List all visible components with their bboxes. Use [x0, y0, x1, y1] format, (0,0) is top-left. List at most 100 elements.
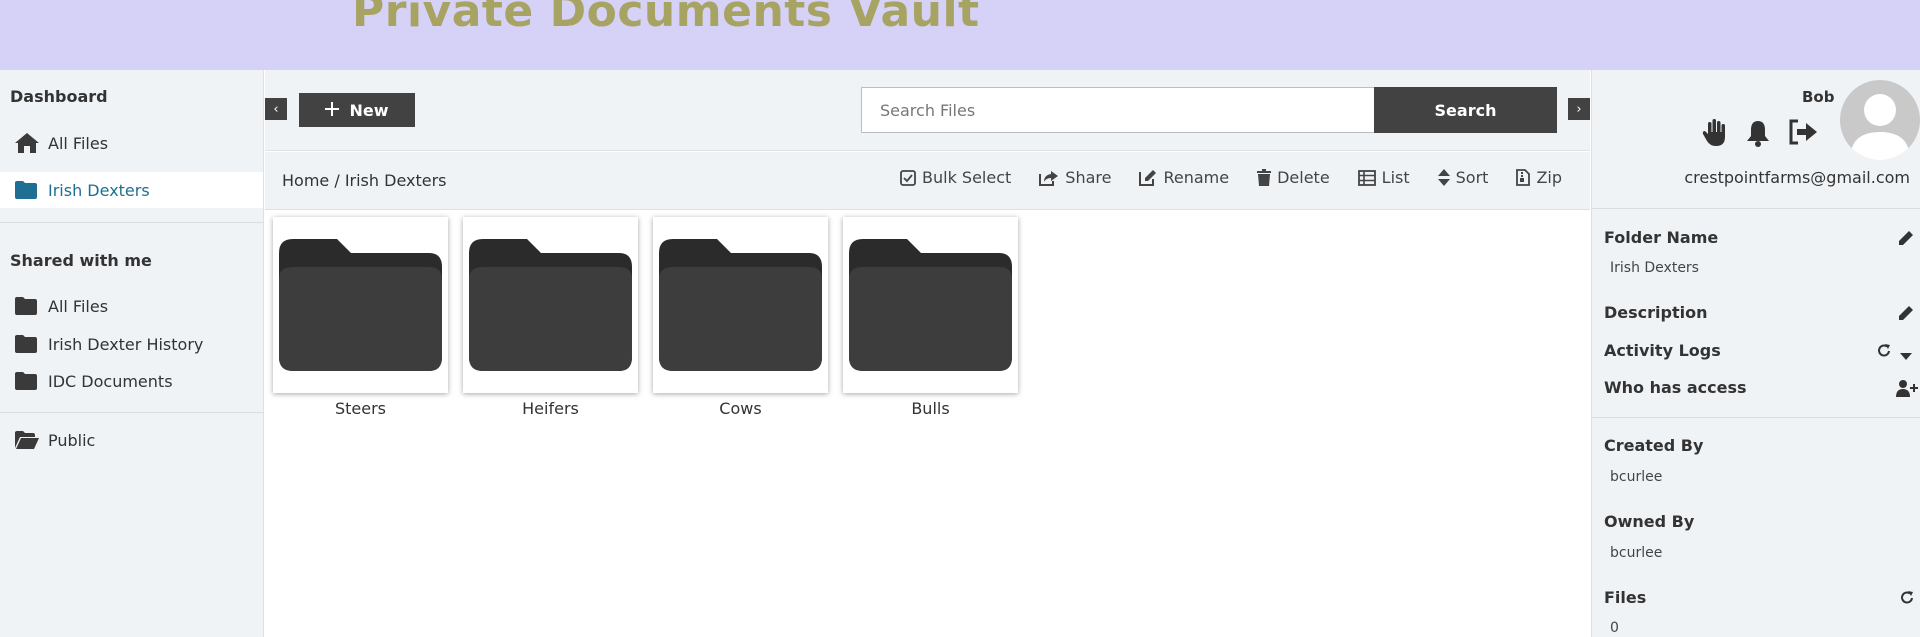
folder-actions: Bulk Select Share Rename Delete List Sor…	[900, 168, 1562, 187]
new-button[interactable]: New	[299, 93, 415, 127]
folder-icon	[14, 370, 40, 392]
sidebar-item-label: Irish Dexters	[48, 180, 150, 200]
sidebar-item-irish-dexter-history[interactable]: Irish Dexter History	[0, 326, 263, 362]
folder-name: Steers	[334, 399, 387, 418]
action-label: Zip	[1536, 168, 1562, 187]
folder-icon	[14, 333, 40, 355]
sidebar-item-label: All Files	[48, 133, 109, 153]
trash-icon	[1257, 169, 1272, 186]
list-view-button[interactable]: List	[1357, 168, 1410, 187]
chevron-down-icon[interactable]	[1900, 346, 1912, 365]
sidebar-item-label: Public	[48, 430, 96, 450]
refresh-icon[interactable]	[1899, 590, 1915, 610]
sidebar-divider	[0, 412, 263, 413]
folder-open-icon	[14, 429, 40, 451]
app-title: Private Documents Vault	[352, 0, 980, 37]
action-label: Rename	[1163, 168, 1230, 187]
refresh-icon[interactable]	[1876, 343, 1892, 363]
delete-button[interactable]: Delete	[1257, 168, 1330, 187]
sort-icon	[1437, 169, 1450, 186]
top-toolbar: ‹ New Search ›	[265, 70, 1590, 151]
rename-button[interactable]: Rename	[1139, 168, 1229, 187]
search-input[interactable]	[861, 87, 1380, 133]
sidebar-item-public[interactable]: Public	[0, 422, 263, 458]
edit-icon	[1139, 169, 1157, 186]
panel-divider	[1592, 417, 1920, 418]
folder-item-heifers[interactable]: Heifers	[463, 217, 638, 418]
folder-thumbnail[interactable]	[463, 217, 638, 393]
sidebar-item-label: IDC Documents	[48, 371, 173, 391]
folder-name-value: Irish Dexters	[1610, 260, 1699, 276]
files-label: Files	[1604, 588, 1647, 607]
created-by-value: bcurlee	[1610, 469, 1663, 485]
collapse-sidebar-button[interactable]: ‹	[265, 98, 287, 120]
bell-icon[interactable]	[1746, 119, 1770, 151]
plus-icon	[325, 101, 340, 120]
folder-item-cows[interactable]: Cows	[653, 217, 828, 418]
who-has-access-label[interactable]: Who has access	[1604, 378, 1747, 397]
owned-by-label: Owned By	[1604, 512, 1695, 531]
share-button[interactable]: Share	[1039, 168, 1111, 187]
zip-button[interactable]: Zip	[1516, 168, 1562, 187]
folder-thumbnail[interactable]	[653, 217, 828, 393]
owned-by-value: bcurlee	[1610, 545, 1663, 561]
breadcrumb[interactable]: Home / Irish Dexters	[282, 171, 447, 190]
files-count: 0	[1610, 620, 1619, 636]
edit-folder-name-icon[interactable]	[1898, 230, 1914, 250]
sidebar-item-irish-dexters[interactable]: Irish Dexters	[0, 172, 263, 208]
folder-icon	[659, 239, 822, 371]
shared-heading: Shared with me	[10, 251, 152, 270]
action-label: Sort	[1455, 168, 1489, 187]
add-user-icon[interactable]	[1896, 379, 1918, 401]
folder-icon	[849, 239, 1012, 371]
folder-icon	[279, 239, 442, 371]
avatar[interactable]	[1840, 80, 1920, 160]
bulk-select-button[interactable]: Bulk Select	[900, 168, 1011, 187]
expand-panel-button[interactable]: ›	[1568, 98, 1590, 120]
hand-icon[interactable]	[1702, 119, 1728, 151]
action-label: Bulk Select	[922, 168, 1012, 187]
sidebar-item-label: Irish Dexter History	[48, 334, 204, 354]
folder-name: Cows	[719, 399, 762, 418]
checkbox-icon	[900, 169, 916, 186]
list-icon	[1357, 169, 1376, 186]
user-email: crestpointfarms@gmail.com	[1684, 168, 1910, 187]
app-header: Private Documents Vault	[0, 0, 1920, 70]
sort-button[interactable]: Sort	[1437, 168, 1489, 187]
folder-name: Bulls	[911, 399, 950, 418]
dashboard-heading: Dashboard	[10, 87, 108, 106]
folder-icon	[469, 239, 632, 371]
activity-logs-label[interactable]: Activity Logs	[1604, 341, 1721, 360]
panel-divider	[1592, 208, 1920, 209]
sidebar-item-shared-all-files[interactable]: All Files	[0, 288, 263, 324]
action-bar: Home / Irish Dexters Bulk Select Share R…	[265, 152, 1590, 210]
action-label: Delete	[1277, 168, 1330, 187]
created-by-label: Created By	[1604, 436, 1704, 455]
folder-item-steers[interactable]: Steers	[273, 217, 448, 418]
search-button[interactable]: Search	[1374, 87, 1557, 133]
description-label: Description	[1604, 303, 1708, 322]
folder-name: Heifers	[522, 399, 579, 418]
action-label: List	[1381, 168, 1410, 187]
logout-icon[interactable]	[1788, 119, 1818, 149]
action-label: Share	[1065, 168, 1112, 187]
sidebar-item-label: All Files	[48, 296, 109, 316]
folder-grid: Steers Heifers Cows Bulls	[273, 217, 1018, 418]
main-content: ‹ New Search › Home / Irish Dexters Bulk…	[265, 70, 1590, 637]
zip-icon	[1516, 169, 1531, 186]
left-sidebar: Dashboard All Files Irish Dexters Shared…	[0, 70, 264, 637]
folder-thumbnail[interactable]	[843, 217, 1018, 393]
new-button-label: New	[349, 100, 389, 120]
sidebar-item-all-files[interactable]: All Files	[0, 125, 263, 161]
folder-icon	[14, 295, 40, 317]
sidebar-divider	[0, 222, 263, 223]
folder-name-label: Folder Name	[1604, 228, 1719, 247]
folder-item-bulls[interactable]: Bulls	[843, 217, 1018, 418]
user-name: Bob	[1802, 88, 1835, 106]
sidebar-item-idc-documents[interactable]: IDC Documents	[0, 363, 263, 399]
details-panel: Bob crestpointfarms@gmail.com Folder Nam…	[1591, 70, 1920, 637]
folder-thumbnail[interactable]	[273, 217, 448, 393]
folder-icon	[14, 179, 40, 201]
home-icon	[14, 132, 40, 154]
edit-description-icon[interactable]	[1898, 305, 1914, 325]
